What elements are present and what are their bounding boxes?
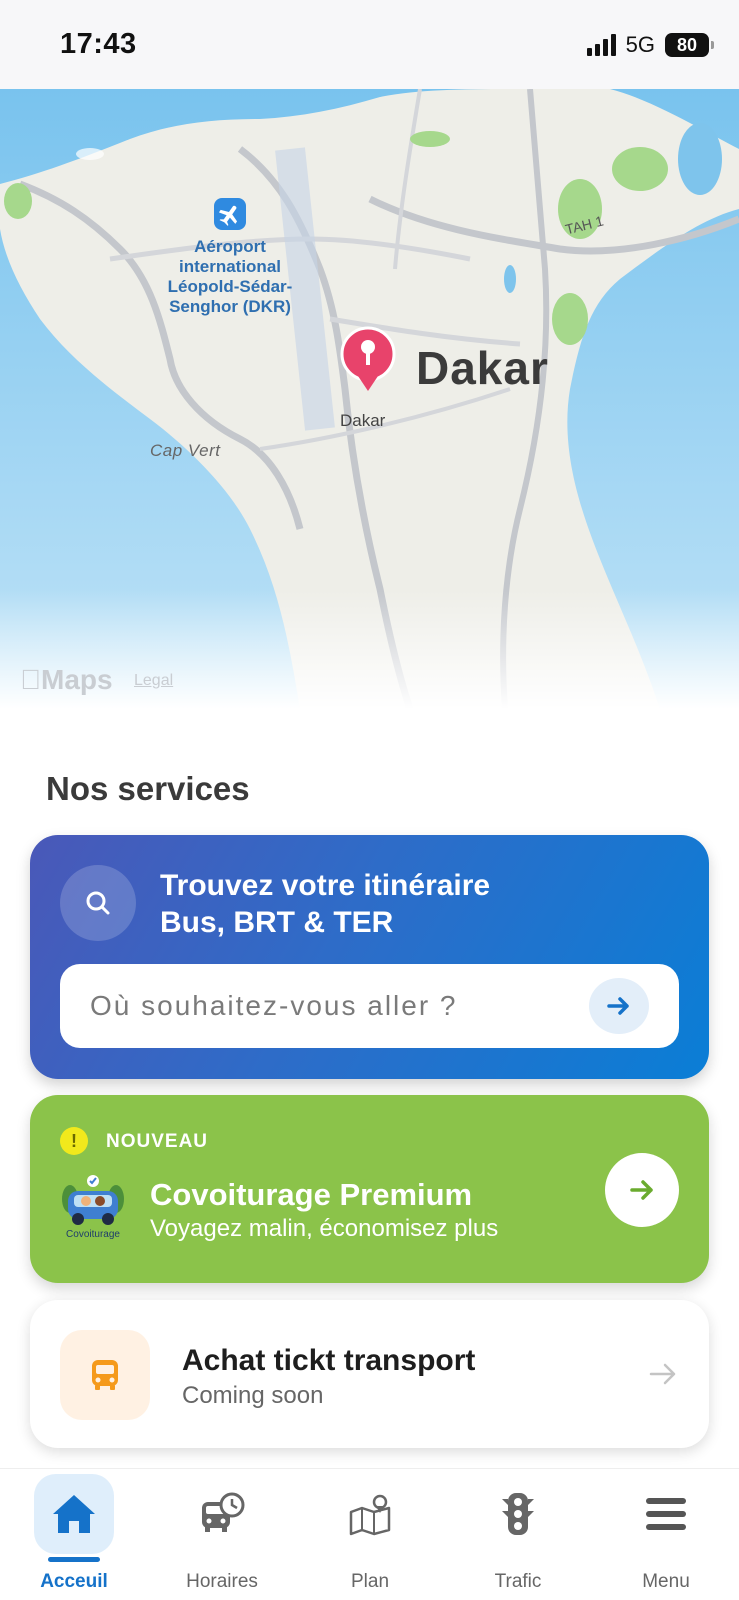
carpool-title: Covoiturage Premium: [150, 1177, 473, 1212]
legal-link[interactable]: Legal: [134, 672, 173, 690]
map-view[interactable]: Aéroport international Léopold-Sédar-Sen…: [0, 89, 739, 709]
route-card[interactable]: Trouvez votre itinéraire Bus, BRT & TER …: [30, 835, 709, 1079]
destination-placeholder: Où souhaitez-vous aller ?: [90, 990, 458, 1021]
cape-label: Cap Vert: [150, 441, 221, 460]
tab-plan[interactable]: Plan: [296, 1469, 444, 1600]
destination-input[interactable]: Où souhaitez-vous aller ?: [60, 964, 679, 1048]
tab-accueil[interactable]: Acceuil: [0, 1469, 148, 1600]
carpool-illustration-label: Covoiturage: [66, 1229, 120, 1240]
status-bar: 17:43 5G 80: [0, 0, 739, 89]
carpool-card[interactable]: ! NOUVEAU Covoiturage Covoiturage Premiu…: [30, 1095, 709, 1283]
alert-icon: !: [60, 1127, 88, 1155]
status-indicators: 5G 80: [586, 32, 714, 58]
home-icon: [34, 1474, 114, 1554]
route-title: Trouvez votre itinéraire Bus, BRT & TER: [160, 867, 490, 941]
ticket-card[interactable]: Achat tickt transport Coming soon: [30, 1300, 709, 1448]
section-title: Nos services: [46, 770, 250, 807]
carpool-subtitle: Voyagez malin, économisez plus: [150, 1215, 499, 1242]
city-label: Dakar: [416, 342, 549, 394]
tab-menu[interactable]: Menu: [592, 1469, 739, 1600]
tab-bar: Acceuil Horaires Plan Trafic Menu: [0, 1468, 739, 1600]
menu-icon: [626, 1474, 706, 1554]
network-type: 5G: [625, 32, 655, 57]
route-title-line2: Bus, BRT & TER: [160, 906, 394, 939]
search-icon: [60, 865, 136, 941]
tab-label: Acceuil: [40, 1571, 108, 1592]
tab-label: Plan: [350, 1571, 390, 1592]
tab-trafic[interactable]: Trafic: [444, 1469, 592, 1600]
bus-clock-icon: [182, 1474, 262, 1554]
new-badge: NOUVEAU: [106, 1131, 209, 1152]
ticket-subtitle: Coming soon: [182, 1382, 324, 1409]
bus-icon: [60, 1330, 150, 1420]
arrow-right-icon: [630, 1180, 653, 1200]
tab-label: Horaires: [186, 1571, 258, 1592]
active-tab-indicator: [48, 1557, 100, 1562]
carpool-go-button[interactable]: [605, 1153, 679, 1227]
chevron-right-icon[interactable]: [647, 1358, 679, 1395]
maps-logo: Maps: [20, 664, 113, 696]
signal-icon: [586, 34, 616, 56]
airport-icon[interactable]: [214, 198, 246, 230]
carpool-illustration: Covoiturage: [60, 1173, 126, 1243]
maps-logo-text: Maps: [20, 664, 113, 695]
traffic-light-icon: [478, 1474, 558, 1554]
tab-label: Trafic: [494, 1571, 542, 1592]
route-title-line1: Trouvez votre itinéraire: [160, 869, 491, 902]
route-go-button[interactable]: [589, 978, 649, 1034]
ticket-title: Achat tickt transport: [182, 1344, 476, 1377]
status-time: 17:43: [60, 28, 137, 60]
map-pin-icon: [330, 1474, 410, 1554]
battery-icon: 80: [665, 33, 714, 57]
pin-label[interactable]: Dakar: [340, 411, 385, 431]
airport-label[interactable]: Aéroport international Léopold-Sédar-Sen…: [150, 237, 310, 317]
tab-label: Menu: [642, 1571, 690, 1592]
arrow-right-icon: [607, 997, 629, 1015]
tab-horaires[interactable]: Horaires: [148, 1469, 296, 1600]
